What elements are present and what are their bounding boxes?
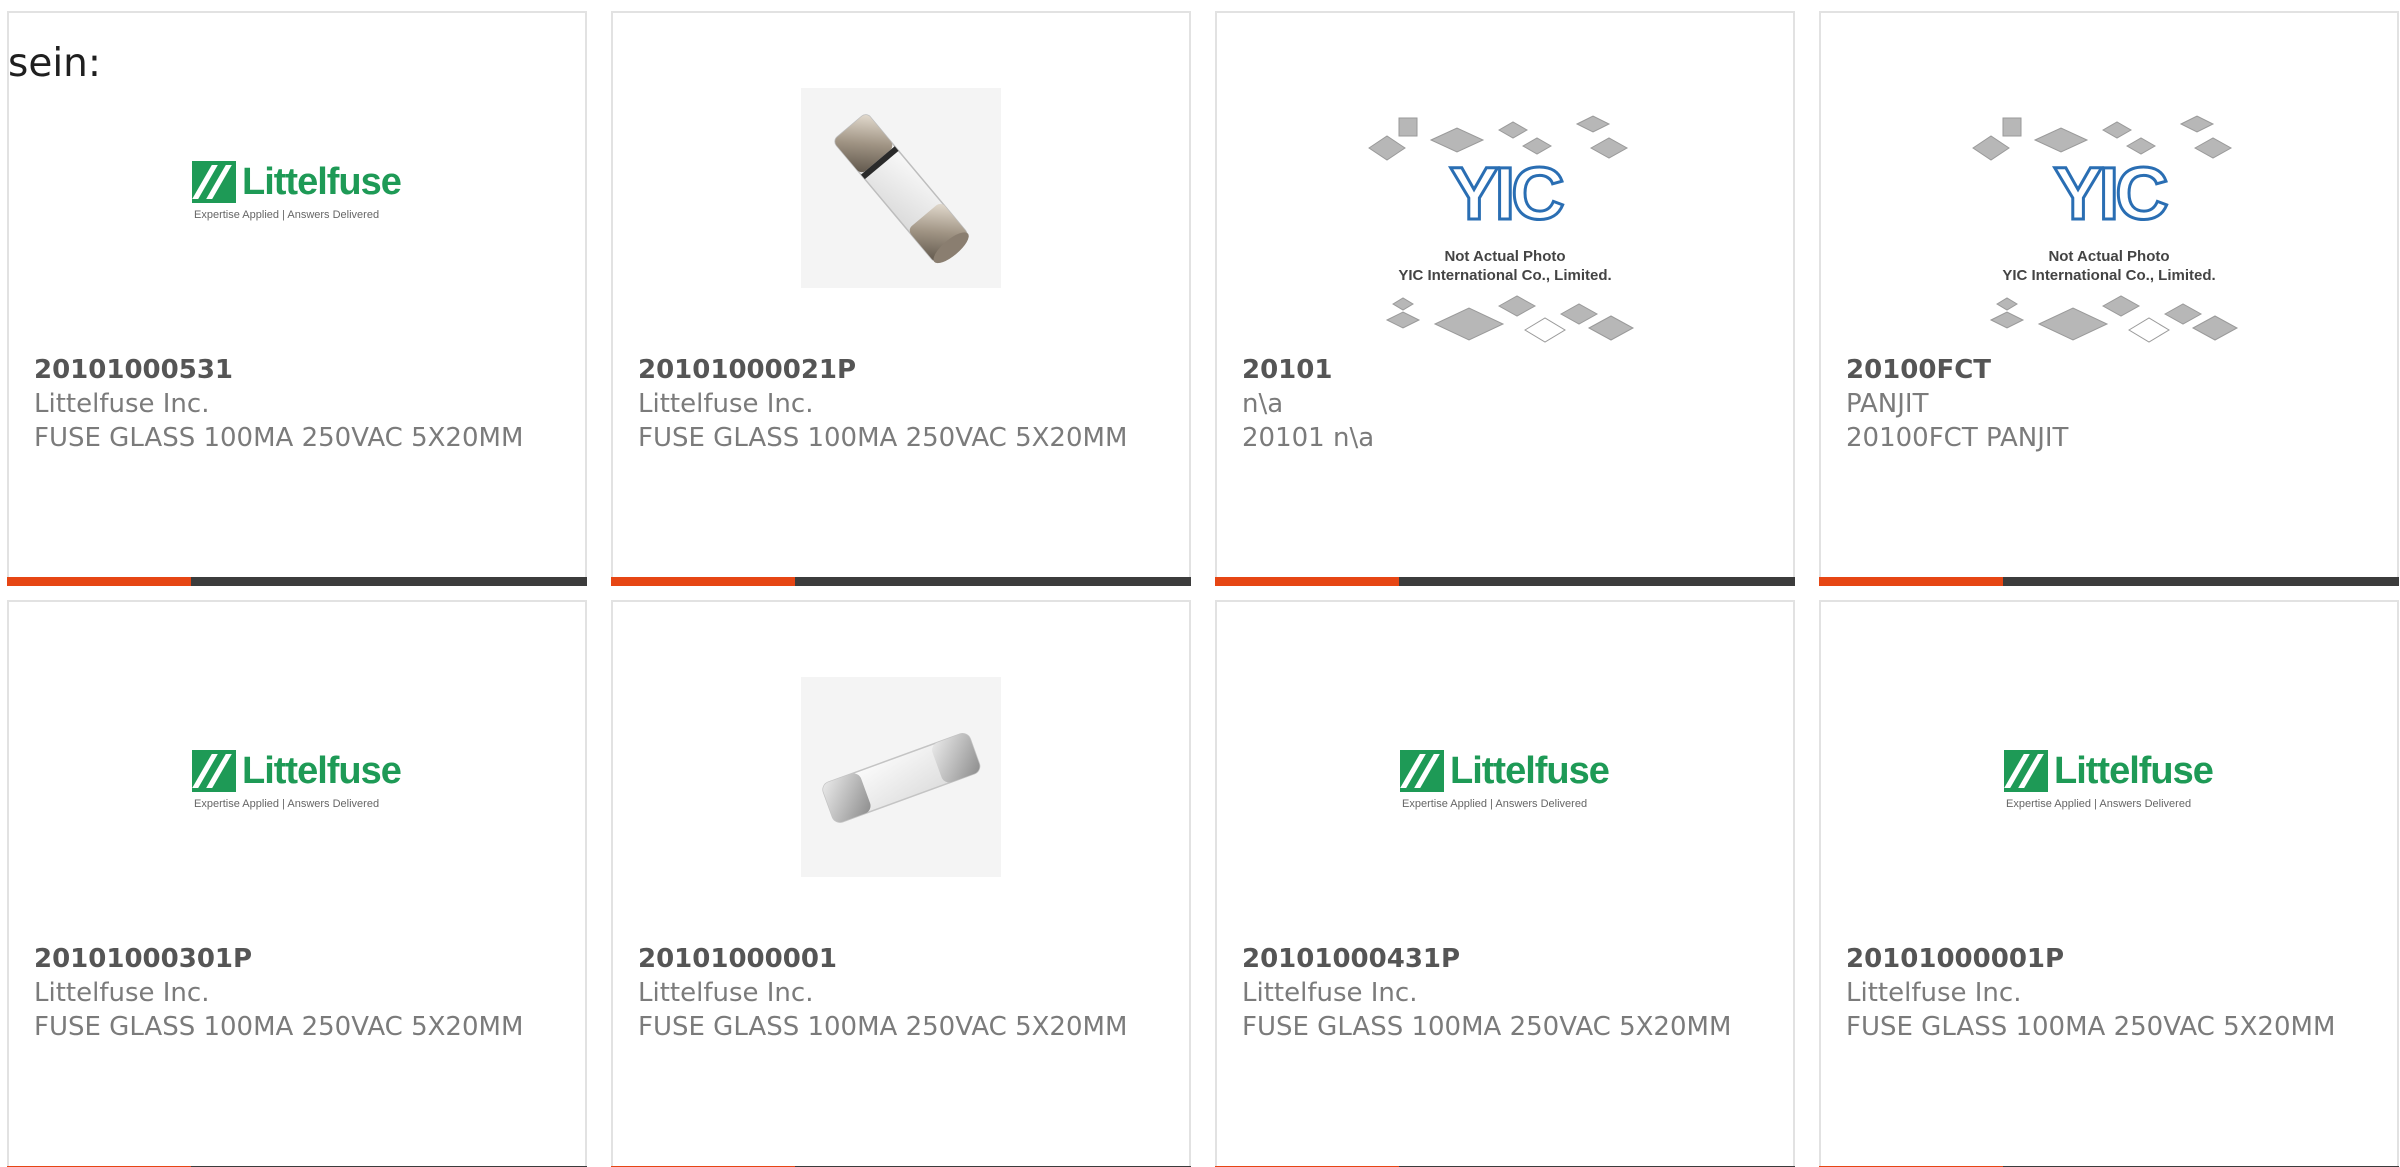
yic-caption-line1: Not Actual Photo (2048, 248, 2170, 265)
yic-caption-line2: YIC International Co., Limited. (2002, 267, 2216, 284)
product-image: Littelfuse Expertise Applied | Answers D… (1217, 602, 1793, 942)
littelfuse-tagline: Expertise Applied | Answers Delivered (2006, 798, 2192, 810)
product-grid-page: sein: Littelfuse Expertise Applied | Ans… (0, 0, 2400, 1167)
littelfuse-logo: Littelfuse Expertise Applied | Answers D… (192, 750, 402, 816)
manufacturer: n\a (1242, 389, 1284, 419)
littelfuse-logo: Littelfuse Expertise Applied | Answers D… (1400, 750, 1610, 816)
product-text: 20101000021P Littelfuse Inc. FUSE GLASS … (638, 353, 1169, 455)
manufacturer: PANJIT (1846, 389, 1929, 419)
card-bottom-bar (1215, 577, 1795, 586)
product-image (613, 602, 1189, 942)
part-number[interactable]: 20101000531 (34, 353, 565, 387)
description: FUSE GLASS 100MA 250VAC 5X20MM (1242, 1012, 1732, 1042)
part-number[interactable]: 20101 (1242, 353, 1773, 387)
product-card[interactable]: Littelfuse Expertise Applied | Answers D… (1819, 600, 2399, 1167)
part-number[interactable]: 20100FCT (1846, 353, 2377, 387)
product-card[interactable]: Littelfuse Expertise Applied | Answers D… (1215, 600, 1795, 1167)
yic-logo: YIC (2052, 152, 2170, 235)
product-text: 20101000531 Littelfuse Inc. FUSE GLASS 1… (34, 353, 565, 455)
fuse-photo (801, 677, 1001, 877)
description: FUSE GLASS 100MA 250VAC 5X20MM (638, 423, 1128, 453)
littelfuse-wordmark: Littelfuse (242, 161, 402, 203)
card-bottom-bar (1819, 577, 2399, 586)
product-text: 20101000431P Littelfuse Inc. FUSE GLASS … (1242, 942, 1773, 1044)
littelfuse-wordmark: Littelfuse (1450, 750, 1610, 792)
description: FUSE GLASS 100MA 250VAC 5X20MM (34, 423, 524, 453)
product-text: 20101000301P Littelfuse Inc. FUSE GLASS … (34, 942, 565, 1044)
product-text: 20101 n\a 20101 n\a (1242, 353, 1773, 455)
manufacturer: Littelfuse Inc. (1242, 978, 1418, 1008)
littelfuse-wordmark: Littelfuse (2054, 750, 2214, 792)
littelfuse-mark-icon (2004, 750, 2048, 792)
product-image: Littelfuse Expertise Applied | Answers D… (9, 602, 585, 942)
description: FUSE GLASS 100MA 250VAC 5X20MM (1846, 1012, 2336, 1042)
littelfuse-mark-icon (192, 750, 236, 792)
part-number[interactable]: 20101000001 (638, 942, 1169, 976)
product-text: 20100FCT PANJIT 20100FCT PANJIT (1846, 353, 2377, 455)
product-image: YIC Not Actual Photo YIC International C… (1217, 13, 1793, 353)
yic-caption-line1: Not Actual Photo (1444, 248, 1566, 265)
product-card[interactable]: YIC Not Actual Photo YIC International C… (1215, 11, 1795, 586)
manufacturer: Littelfuse Inc. (1846, 978, 2022, 1008)
littelfuse-tagline: Expertise Applied | Answers Delivered (1402, 798, 1588, 810)
littelfuse-mark-icon (192, 161, 236, 203)
product-image: Littelfuse Expertise Applied | Answers D… (1821, 602, 2397, 942)
description: FUSE GLASS 100MA 250VAC 5X20MM (638, 1012, 1128, 1042)
part-number[interactable]: 20101000021P (638, 353, 1169, 387)
yic-logo: YIC (1448, 152, 1566, 235)
product-text: 20101000001P Littelfuse Inc. FUSE GLASS … (1846, 942, 2377, 1044)
product-image (613, 13, 1189, 353)
card-accent-bar (1215, 577, 1399, 586)
part-number[interactable]: 20101000001P (1846, 942, 2377, 976)
card-bottom-bar (7, 577, 587, 586)
product-card[interactable]: Littelfuse Expertise Applied | Answers D… (7, 600, 587, 1167)
manufacturer: Littelfuse Inc. (638, 389, 814, 419)
card-accent-bar (7, 577, 191, 586)
manufacturer: Littelfuse Inc. (34, 389, 210, 419)
yic-caption-line2: YIC International Co., Limited. (1398, 267, 1612, 284)
littelfuse-logo: Littelfuse Expertise Applied | Answers D… (192, 161, 402, 227)
card-bottom-bar (611, 577, 1191, 586)
manufacturer: Littelfuse Inc. (638, 978, 814, 1008)
littelfuse-logo: Littelfuse Expertise Applied | Answers D… (2004, 750, 2214, 816)
product-grid: Littelfuse Expertise Applied | Answers D… (0, 0, 2400, 1167)
card-accent-bar (611, 577, 795, 586)
manufacturer: Littelfuse Inc. (34, 978, 210, 1008)
top-label: sein: (8, 41, 102, 86)
littelfuse-tagline: Expertise Applied | Answers Delivered (194, 798, 380, 810)
description: 20100FCT PANJIT (1846, 423, 2069, 453)
card-accent-bar (1819, 577, 2003, 586)
product-card[interactable]: YIC Not Actual Photo YIC International C… (1819, 11, 2399, 586)
littelfuse-wordmark: Littelfuse (242, 750, 402, 792)
littelfuse-tagline: Expertise Applied | Answers Delivered (194, 209, 380, 221)
yic-placeholder: YIC Not Actual Photo YIC International C… (1969, 108, 2249, 358)
product-image: YIC Not Actual Photo YIC International C… (1821, 13, 2397, 353)
part-number[interactable]: 20101000431P (1242, 942, 1773, 976)
part-number[interactable]: 20101000301P (34, 942, 565, 976)
littelfuse-mark-icon (1400, 750, 1444, 792)
product-text: 20101000001 Littelfuse Inc. FUSE GLASS 1… (638, 942, 1169, 1044)
yic-placeholder: YIC Not Actual Photo YIC International C… (1365, 108, 1645, 358)
product-card[interactable]: 20101000021P Littelfuse Inc. FUSE GLASS … (611, 11, 1191, 586)
description: FUSE GLASS 100MA 250VAC 5X20MM (34, 1012, 524, 1042)
product-card[interactable]: 20101000001 Littelfuse Inc. FUSE GLASS 1… (611, 600, 1191, 1167)
fuse-photo (801, 88, 1001, 288)
product-card[interactable]: Littelfuse Expertise Applied | Answers D… (7, 11, 587, 586)
description: 20101 n\a (1242, 423, 1375, 453)
